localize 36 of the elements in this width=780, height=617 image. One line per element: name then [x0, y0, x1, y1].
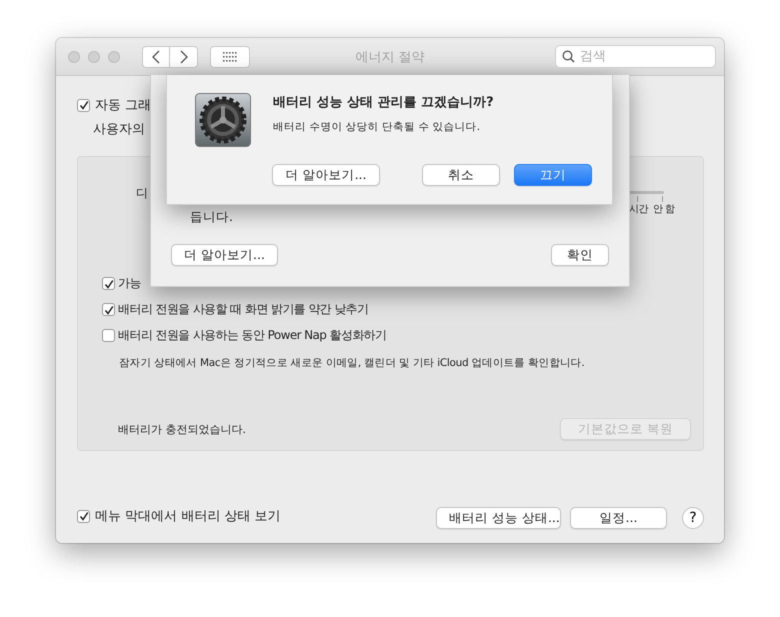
cancel-button[interactable]: 취소: [422, 164, 500, 186]
back-button[interactable]: [142, 46, 170, 68]
help-button[interactable]: ?: [682, 507, 704, 529]
option-label: 배터리 전원을 사용할 때 화면 밝기를 약간 낮추기: [118, 301, 369, 318]
checkbox[interactable]: [102, 303, 115, 316]
option-label: 메뉴 막대에서 배터리 상태 보기: [95, 508, 281, 525]
show-all-button[interactable]: [210, 46, 250, 68]
checkbox[interactable]: [102, 277, 115, 290]
chevron-left-icon: [152, 50, 160, 64]
option-label: 가능: [118, 275, 141, 292]
slider-label: 디: [136, 185, 148, 202]
checkbox[interactable]: [77, 98, 90, 112]
sheet-text: 듭니다.: [190, 209, 234, 226]
status-text: 배터리가 충전되었습니다.: [118, 422, 246, 436]
checkbox[interactable]: [77, 510, 90, 522]
tick-label: 시간: [629, 203, 648, 216]
grid-icon: [223, 52, 237, 62]
chevron-right-icon: [180, 50, 188, 64]
forward-button[interactable]: [170, 46, 198, 68]
option-label: 자동 그래: [95, 97, 152, 114]
tick-label: 안 함: [653, 203, 675, 216]
option-description: 잠자기 상태에서 Mac은 정기적으로 새로운 이메일, 캘린더 및 기타 iCloud 업데이트를 확인합니다.: [119, 356, 584, 370]
schedule-button[interactable]: 일정...: [570, 507, 667, 529]
gear-icon: [195, 93, 251, 147]
learn-more-button[interactable]: 더 알아보기...: [272, 164, 380, 186]
option-description: 사용자의: [93, 121, 145, 138]
battery-health-button[interactable]: 배터리 성능 상태...: [436, 507, 561, 529]
ok-button[interactable]: 확인: [551, 244, 609, 266]
search-field[interactable]: 검색: [555, 45, 716, 68]
option-label: 배터리 전원을 사용하는 동안 Power Nap 활성화하기: [118, 327, 387, 344]
checkbox[interactable]: [102, 329, 115, 342]
alert-title: 배터리 성능 상태 관리를 끄겠습니까?: [273, 94, 494, 111]
slider-track[interactable]: [629, 191, 664, 194]
alert-message: 배터리 수명이 상당히 단축될 수 있습니다.: [273, 120, 482, 134]
window-title: 에너지 절약: [355, 50, 425, 64]
learn-more-button[interactable]: 더 알아보기...: [171, 244, 278, 266]
